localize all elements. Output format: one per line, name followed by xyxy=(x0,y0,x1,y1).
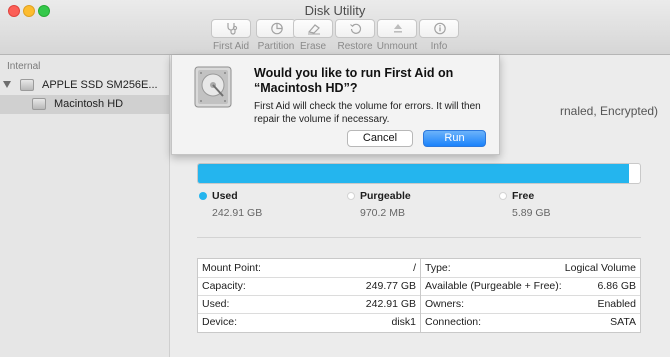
info-value: 6.86 GB xyxy=(597,280,636,292)
info-row-capacity: Capacity: 249.77 GB xyxy=(198,277,420,296)
info-value: 242.91 GB xyxy=(365,298,416,310)
dialog-title: Would you like to run First Aid on “Maci… xyxy=(254,66,454,95)
purgeable-color-dot xyxy=(347,192,355,200)
divider xyxy=(197,237,641,238)
title-bar: Disk Utility First Aid Partition Erase R… xyxy=(0,0,670,55)
window-title: Disk Utility xyxy=(304,3,366,18)
info-value: disk1 xyxy=(391,316,416,328)
info-key: Capacity: xyxy=(202,280,246,292)
restore-icon xyxy=(335,19,375,38)
sidebar-item-macintosh-hd[interactable]: Macintosh HD xyxy=(0,95,169,114)
info-button[interactable]: Info xyxy=(418,19,460,52)
volume-description: rnaled, Encrypted) xyxy=(560,104,659,118)
info-value: Logical Volume xyxy=(564,262,636,274)
disk-icon xyxy=(20,79,34,91)
volume-info-table: Mount Point: / Capacity: 249.77 GB Used:… xyxy=(197,258,641,333)
info-key: Used: xyxy=(202,298,230,310)
usage-bar-used-fill xyxy=(198,164,629,183)
info-value: SATA xyxy=(610,316,636,328)
info-row-available: Available (Purgeable + Free): 6.86 GB xyxy=(421,277,640,296)
sidebar-item-label: Macintosh HD xyxy=(54,98,124,110)
sidebar-section-internal: Internal xyxy=(7,61,41,72)
sidebar-item-disk[interactable]: APPLE SSD SM256E... xyxy=(0,76,169,95)
info-row-owners: Owners: Enabled xyxy=(421,295,640,314)
info-row-type: Type: Logical Volume xyxy=(421,259,640,278)
run-button[interactable]: Run xyxy=(423,130,486,147)
info-row-mount-point: Mount Point: / xyxy=(198,259,420,278)
info-key: Connection: xyxy=(425,316,482,328)
info-key: Mount Point: xyxy=(202,262,261,274)
legend-used-label: Used xyxy=(212,190,238,202)
info-key: Type: xyxy=(425,262,451,274)
first-aid-dialog: Would you like to run First Aid on “Maci… xyxy=(171,55,500,155)
sidebar-item-label: APPLE SSD SM256E... xyxy=(42,79,158,91)
eject-icon xyxy=(377,19,417,38)
info-icon xyxy=(419,19,459,38)
erase-icon xyxy=(293,19,333,38)
sidebar: Internal APPLE SSD SM256E... Macintosh H… xyxy=(0,55,170,357)
free-color-dot xyxy=(499,192,507,200)
info-column-right: Type: Logical Volume Available (Purgeabl… xyxy=(421,259,640,332)
dialog-message: First Aid will check the volume for erro… xyxy=(254,101,481,125)
stethoscope-icon xyxy=(211,19,251,38)
legend-purgeable-value: 970.2 MB xyxy=(360,207,405,219)
info-column-left: Mount Point: / Capacity: 249.77 GB Used:… xyxy=(198,259,421,332)
info-key: Device: xyxy=(202,316,238,328)
info-row-used: Used: 242.91 GB xyxy=(198,295,420,314)
info-key: Owners: xyxy=(425,298,465,310)
legend-free-label: Free xyxy=(512,190,535,202)
hard-drive-icon xyxy=(194,66,232,108)
legend-free-value: 5.89 GB xyxy=(512,207,551,219)
info-value: Enabled xyxy=(597,298,636,310)
info-label: Info xyxy=(430,41,448,52)
first-aid-button[interactable]: First Aid xyxy=(210,19,252,52)
used-color-dot xyxy=(199,192,207,200)
info-row-connection: Connection: SATA xyxy=(421,313,640,331)
info-row-device: Device: disk1 xyxy=(198,313,420,331)
pie-icon xyxy=(256,19,296,38)
legend-used-value: 242.91 GB xyxy=(212,207,263,219)
disclosure-triangle-icon[interactable] xyxy=(3,81,11,88)
info-key: Available (Purgeable + Free): xyxy=(425,280,562,292)
legend-purgeable-label: Purgeable xyxy=(360,190,411,202)
info-value: 249.77 GB xyxy=(365,280,416,292)
cancel-button[interactable]: Cancel xyxy=(347,130,413,147)
usage-bar xyxy=(197,163,641,184)
volume-icon xyxy=(32,98,46,110)
info-value: / xyxy=(413,262,416,274)
